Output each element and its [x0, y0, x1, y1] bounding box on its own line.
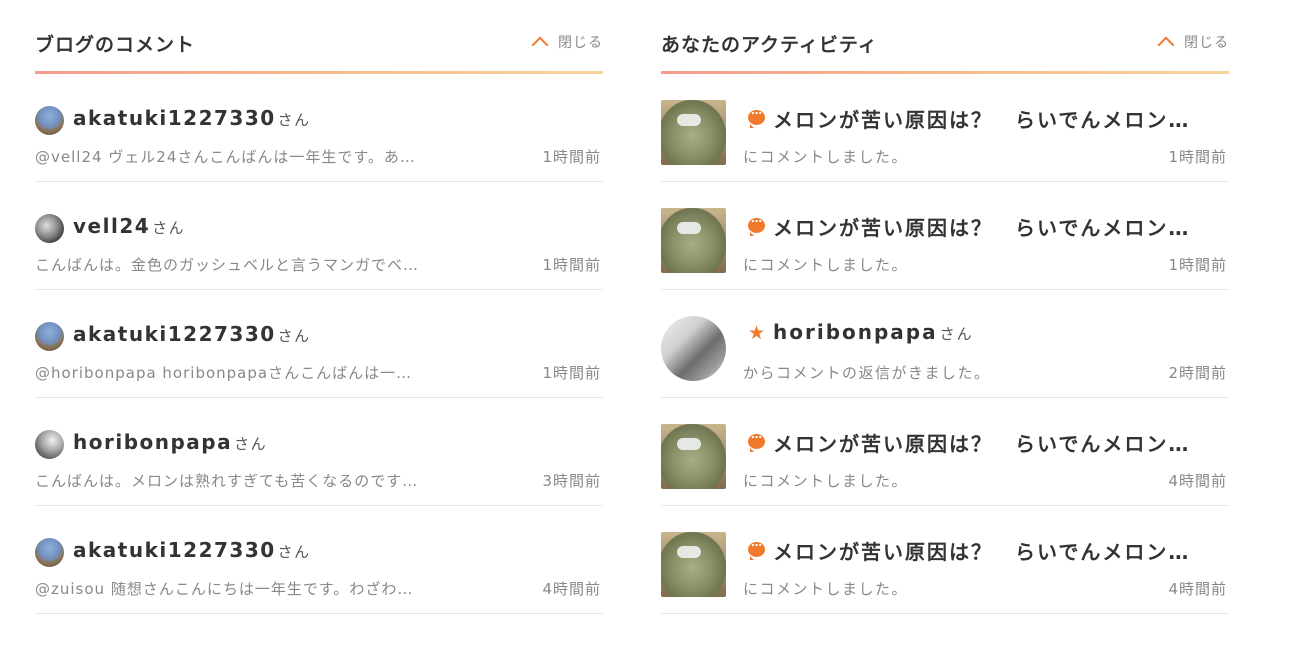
activity-title[interactable]: メロンが苦い原因は？ らいでんメロン…: [773, 104, 1223, 133]
chevron-up-icon: [1157, 36, 1175, 54]
comment-preview[interactable]: @horibonpapa horibonpapaさんこんばんは一…: [35, 362, 515, 383]
post-thumbnail[interactable]: [661, 532, 726, 597]
comment-bubble-icon: [748, 212, 766, 236]
comment-preview[interactable]: こんばんは。メロンは熟れすぎても苦くなるのです…: [35, 470, 515, 491]
comment-item[interactable]: vell24 さん こんばんは。金色のガッシュベルと言うマンガでベ… 1時間前: [35, 182, 603, 290]
comment-bubble-icon: [748, 536, 766, 560]
blog-comments-panel: ブログのコメント 閉じる akatuki1227330 さん @vell24 ヴェ…: [35, 0, 603, 614]
collapse-label: 閉じる: [1184, 35, 1229, 51]
collapse-button[interactable]: 閉じる: [1157, 32, 1229, 54]
panel-title: あなたのアクティビティ: [661, 34, 878, 56]
post-thumbnail[interactable]: [661, 100, 726, 165]
activity-title[interactable]: horibonpapa さん: [773, 320, 1223, 344]
comment-username[interactable]: akatuki1227330 さん: [73, 538, 311, 562]
comment-item[interactable]: horibonpapa さん こんばんは。メロンは熟れすぎても苦くなるのです… 3…: [35, 398, 603, 506]
star-icon: ★: [748, 322, 766, 344]
activity-item[interactable]: メロンが苦い原因は？ らいでんメロン… にコメントしました。 1時間前: [661, 182, 1229, 290]
activity-title[interactable]: メロンが苦い原因は？ らいでんメロン…: [773, 536, 1223, 565]
comment-item[interactable]: akatuki1227330 さん @horibonpapa horibonpap…: [35, 290, 603, 398]
comment-time: 3時間前: [542, 472, 601, 490]
activity-time: 2時間前: [1168, 364, 1227, 382]
panel-header: あなたのアクティビティ 閉じる: [661, 0, 1229, 74]
activity-title[interactable]: メロンが苦い原因は？ らいでんメロン…: [773, 212, 1223, 241]
chevron-up-icon: [531, 36, 549, 54]
activity-time: 4時間前: [1168, 580, 1227, 598]
comment-time: 1時間前: [542, 364, 601, 382]
activity-description: にコメントしました。: [743, 148, 909, 166]
comment-preview[interactable]: こんばんは。金色のガッシュベルと言うマンガでベ…: [35, 254, 515, 275]
comment-bubble-icon: [748, 104, 766, 128]
activity-title[interactable]: メロンが苦い原因は？ らいでんメロン…: [773, 428, 1223, 457]
avatar[interactable]: [35, 322, 64, 351]
collapse-button[interactable]: 閉じる: [531, 32, 603, 54]
activity-item[interactable]: ★ horibonpapa さん からコメントの返信がきました。 2時間前: [661, 290, 1229, 398]
comment-username[interactable]: akatuki1227330 さん: [73, 322, 311, 346]
comment-item[interactable]: akatuki1227330 さん @zuisou 随想さんこんにちは一年生です。…: [35, 506, 603, 614]
comment-username[interactable]: horibonpapa さん: [73, 430, 267, 454]
comment-time: 1時間前: [542, 256, 601, 274]
comment-time: 1時間前: [542, 148, 601, 166]
activity-description: にコメントしました。: [743, 256, 909, 274]
activity-time: 4時間前: [1168, 472, 1227, 490]
activity-item[interactable]: メロンが苦い原因は？ らいでんメロン… にコメントしました。 1時間前: [661, 74, 1229, 182]
post-thumbnail[interactable]: [661, 208, 726, 273]
activity-description: にコメントしました。: [743, 580, 909, 598]
activity-time: 1時間前: [1168, 256, 1227, 274]
comment-username[interactable]: akatuki1227330 さん: [73, 106, 311, 130]
activity-item[interactable]: メロンが苦い原因は？ らいでんメロン… にコメントしました。 4時間前: [661, 506, 1229, 614]
comment-username[interactable]: vell24 さん: [73, 214, 185, 238]
avatar[interactable]: [35, 106, 64, 135]
comment-preview[interactable]: @zuisou 随想さんこんにちは一年生です。わざわ…: [35, 578, 515, 599]
comment-time: 4時間前: [542, 580, 601, 598]
activity-time: 1時間前: [1168, 148, 1227, 166]
avatar[interactable]: [35, 214, 64, 243]
collapse-label: 閉じる: [558, 35, 603, 51]
avatar[interactable]: [35, 538, 64, 567]
panel-title: ブログのコメント: [35, 34, 196, 56]
panel-header: ブログのコメント 閉じる: [35, 0, 603, 74]
avatar[interactable]: [661, 316, 726, 381]
activity-description: にコメントしました。: [743, 472, 909, 490]
activity-panel: あなたのアクティビティ 閉じる メロンが苦い原因は？ らいでんメロン… にコメン…: [661, 0, 1229, 614]
activity-item[interactable]: メロンが苦い原因は？ らいでんメロン… にコメントしました。 4時間前: [661, 398, 1229, 506]
comment-bubble-icon: [748, 428, 766, 452]
comment-preview[interactable]: @vell24 ヴェル24さんこんばんは一年生です。あ…: [35, 146, 515, 167]
activity-description: からコメントの返信がきました。: [743, 364, 991, 382]
avatar[interactable]: [35, 430, 64, 459]
comment-item[interactable]: akatuki1227330 さん @vell24 ヴェル24さんこんばんは一年生…: [35, 74, 603, 182]
post-thumbnail[interactable]: [661, 424, 726, 489]
